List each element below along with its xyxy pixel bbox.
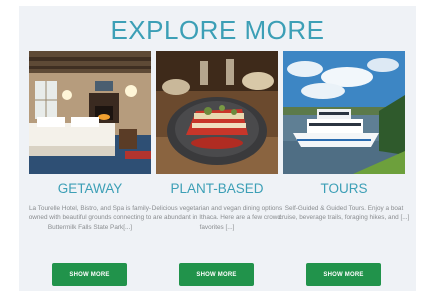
card-description: La Tourelle Hotel, Bistro, and Spa is fa…	[28, 205, 152, 231]
card-description: Self-Guided & Guided Tours. Enjoy a boat…	[278, 205, 410, 222]
card-title: PLANT-BASED	[170, 181, 264, 196]
card-description: Delicious vegetarian and vegan dining op…	[151, 205, 283, 231]
explore-more-section: EXPLORE MORE GETAWAY La Tourelle Hotel, …	[19, 6, 416, 291]
section-heading: EXPLORE MORE	[110, 15, 325, 45]
card-tours: TOURS Self-Guided & Guided Tours. Enjoy …	[279, 51, 409, 287]
hotel-room-photo[interactable]	[29, 51, 151, 174]
tour-boat-photo[interactable]	[283, 51, 405, 174]
lasagna-dish-photo[interactable]	[156, 51, 278, 174]
card-title: GETAWAY	[57, 181, 123, 196]
show-more-button[interactable]: SHOW MORE	[306, 263, 381, 286]
show-more-button[interactable]: SHOW MORE	[52, 263, 127, 286]
card-plant-based: PLANT-BASED Delicious vegetarian and veg…	[152, 51, 282, 287]
card-title: TOURS	[320, 181, 368, 196]
card-getaway: GETAWAY La Tourelle Hotel, Bistro, and S…	[29, 51, 151, 287]
show-more-button[interactable]: SHOW MORE	[179, 263, 254, 286]
